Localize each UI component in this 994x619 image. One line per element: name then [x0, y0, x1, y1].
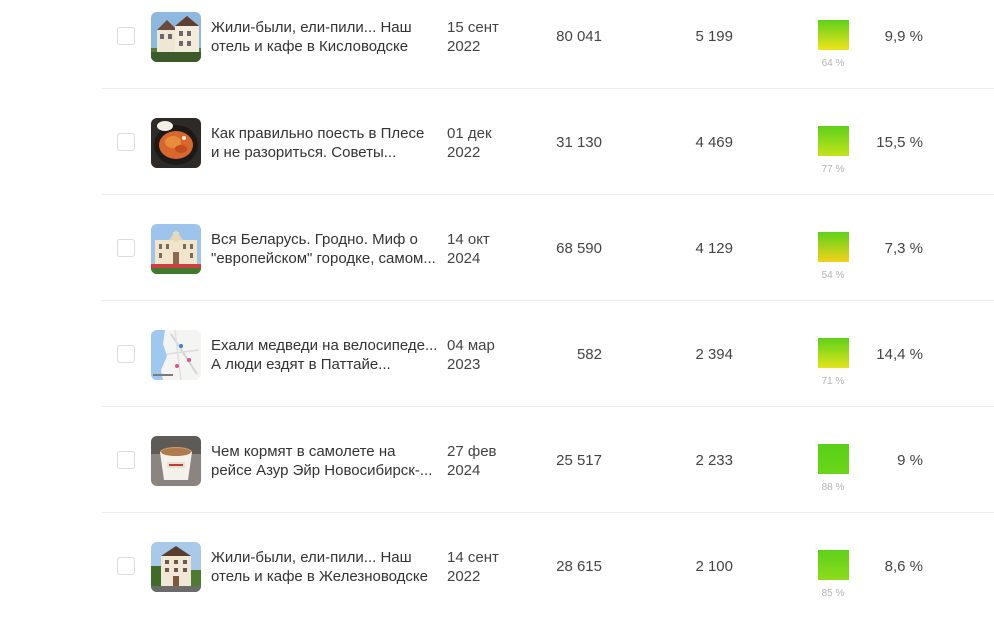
- ctr-value: 7,3 %: [884, 240, 923, 257]
- article-title[interactable]: Вся Беларусь. Гродно. Миф о "европейском…: [211, 231, 439, 268]
- publish-date: 04 мар 2023: [447, 337, 495, 373]
- article-thumbnail[interactable]: [151, 12, 201, 62]
- read-rate-gauge: [818, 444, 849, 474]
- hotel-building-photo-icon: [151, 12, 201, 62]
- article-thumbnail[interactable]: [151, 436, 201, 486]
- article-title[interactable]: Чем кормят в самолете на рейсе Азур Эйр …: [211, 443, 439, 480]
- article-thumbnail[interactable]: [151, 330, 201, 380]
- read-rate-label: 71 %: [821, 376, 845, 387]
- publish-date: 01 дек 2022: [447, 125, 492, 161]
- ctr-value: 9 %: [897, 452, 923, 469]
- row-checkbox[interactable]: [117, 239, 135, 257]
- row-checkbox[interactable]: [117, 27, 135, 45]
- row-checkbox[interactable]: [117, 133, 135, 151]
- read-rate-gauge: [818, 126, 849, 156]
- article-thumbnail[interactable]: [151, 542, 201, 592]
- article-title[interactable]: Ехали медведи на велосипеде... А люди ез…: [211, 337, 439, 374]
- article-title[interactable]: Жили-были, ели-пили... Наш отель и кафе …: [211, 19, 439, 56]
- read-rate-label: 85 %: [821, 588, 845, 599]
- article-title[interactable]: Как правильно поесть в Плесе и не разори…: [211, 125, 439, 162]
- coffee-cup-photo-icon: [151, 436, 201, 486]
- article-title[interactable]: Жили-были, ели-пили... Наш отель и кафе …: [211, 549, 439, 586]
- row-checkbox[interactable]: [117, 451, 135, 469]
- hotel-building-photo-icon: [151, 542, 201, 592]
- read-rate-label: 77 %: [821, 164, 845, 175]
- views-count: 28 615: [556, 558, 602, 575]
- ctr-value: 14,4 %: [876, 346, 923, 363]
- ctr-value: 15,5 %: [876, 134, 923, 151]
- table-row[interactable]: Как правильно поесть в Плесе и не разори…: [0, 89, 994, 195]
- reads-count: 2 100: [695, 558, 733, 575]
- reads-count: 4 129: [695, 240, 733, 257]
- table-row[interactable]: Ехали медведи на велосипеде... А люди ез…: [0, 301, 994, 407]
- row-checkbox[interactable]: [117, 557, 135, 575]
- reads-count: 2 394: [695, 346, 733, 363]
- article-thumbnail[interactable]: [151, 224, 201, 274]
- read-rate-gauge: [818, 20, 849, 50]
- table-row[interactable]: Жили-были, ели-пили... Наш отель и кафе …: [0, 513, 994, 619]
- views-count: 68 590: [556, 240, 602, 257]
- ctr-value: 9,9 %: [884, 28, 923, 45]
- table-row[interactable]: Жили-были, ели-пили... Наш отель и кафе …: [0, 0, 994, 89]
- read-rate-label: 64 %: [821, 58, 845, 69]
- row-checkbox[interactable]: [117, 345, 135, 363]
- publish-date: 15 сент 2022: [447, 19, 499, 55]
- publish-date: 14 окт 2024: [447, 231, 490, 267]
- table-row[interactable]: Чем кормят в самолете на рейсе Азур Эйр …: [0, 407, 994, 513]
- reads-count: 2 233: [695, 452, 733, 469]
- publish-date: 14 сент 2022: [447, 549, 499, 585]
- palace-building-photo-icon: [151, 224, 201, 274]
- views-count: 80 041: [556, 28, 602, 45]
- ctr-value: 8,6 %: [884, 558, 923, 575]
- read-rate-gauge: [818, 550, 849, 580]
- reads-count: 5 199: [695, 28, 733, 45]
- article-thumbnail[interactable]: [151, 118, 201, 168]
- publish-date: 27 фев 2024: [447, 443, 497, 479]
- table-row[interactable]: Вся Беларусь. Гродно. Миф о "европейском…: [0, 195, 994, 301]
- views-count: 582: [576, 346, 602, 363]
- publications-table: Жили-были, ели-пили... Наш отель и кафе …: [0, 0, 994, 612]
- read-rate-gauge: [818, 232, 849, 262]
- reads-count: 4 469: [695, 134, 733, 151]
- views-count: 25 517: [556, 452, 602, 469]
- food-plate-photo-icon: [151, 118, 201, 168]
- map-screenshot-photo-icon: [151, 330, 201, 380]
- read-rate-label: 88 %: [821, 482, 845, 493]
- read-rate-label: 54 %: [821, 270, 845, 281]
- views-count: 31 130: [556, 134, 602, 151]
- read-rate-gauge: [818, 338, 849, 368]
